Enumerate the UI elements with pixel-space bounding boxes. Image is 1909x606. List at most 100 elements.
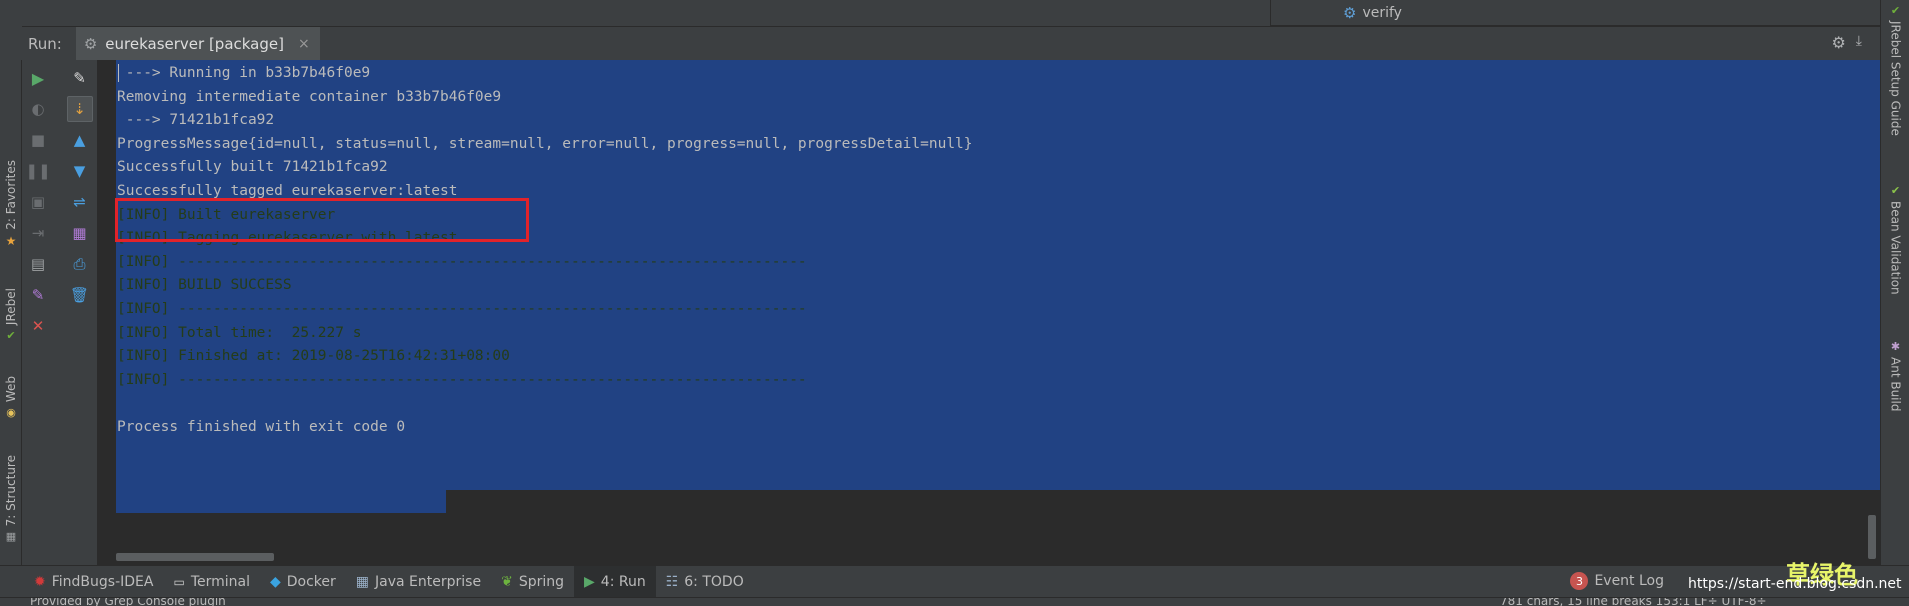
run-label: Run: [28, 34, 62, 53]
web-tool[interactable]: Web ◉ [0, 376, 22, 419]
console-line: [INFO] ---------------------------------… [117, 253, 807, 270]
console-line: ProgressMessage{id=null, status=null, st… [117, 135, 973, 152]
console-lines: ---> Running in b33b7b46f0e9 Removing in… [117, 62, 973, 440]
console-line: ---> 71421b1fca92 [117, 112, 275, 129]
console-line: [INFO] ---------------------------------… [117, 371, 807, 388]
jrebel-setup-tool[interactable]: ✔ JRebel Setup Guide [1881, 4, 1909, 136]
right-tool-strip: ✔ JRebel Setup Guide ✔ Bean Validation ✱… [1880, 0, 1909, 565]
bean-icon: ✔ [1890, 184, 1901, 197]
jrebel-icon: ✔ [1890, 4, 1901, 17]
pause-icon[interactable]: ❚❚ [25, 158, 51, 184]
tool-spring[interactable]: ❦ Spring [491, 566, 574, 598]
console-line: Removing intermediate container b33b7b46… [117, 88, 502, 105]
tool-label: Docker [286, 573, 336, 590]
tool-label: 4: Run [600, 573, 646, 590]
bean-validation-label: Bean Validation [1888, 201, 1903, 295]
top-strip: ⚙ verify [0, 0, 1909, 26]
docker-icon: ◆ [269, 573, 281, 590]
rerun-icon[interactable]: ▶ [25, 65, 51, 91]
tool-todo[interactable]: ☷ 6: TODO [656, 566, 754, 598]
maven-goal-verify[interactable]: ⚙ verify [1343, 4, 1402, 22]
tool-run[interactable]: ▶ 4: Run [574, 565, 656, 598]
vertical-scrollbar[interactable] [1868, 515, 1876, 559]
run-header: Run: ⚙ eurekaserver [package] × ⚙ ⤓ [22, 26, 1880, 61]
scroll-to-end-icon[interactable]: ⇣ [66, 96, 93, 122]
console-line: [INFO] ---------------------------------… [117, 300, 807, 317]
gear-icon: ⚙ [83, 34, 98, 53]
print-icon[interactable]: ⎙ [67, 251, 93, 277]
tool-label: Terminal [190, 573, 250, 590]
web-label: Web [4, 376, 18, 403]
close-icon[interactable]: × [298, 36, 310, 52]
arrow-up-icon[interactable]: ▲ [67, 127, 93, 153]
pin-icon[interactable]: ✎ [25, 282, 51, 308]
close-icon[interactable]: ✕ [25, 313, 51, 339]
trash-icon[interactable]: 🗑 [67, 282, 93, 308]
structure-icon: ▦ [5, 530, 17, 544]
tool-label: Spring [518, 573, 564, 590]
run-tab[interactable]: ⚙ eurekaserver [package] × [75, 26, 320, 61]
event-log-label: Event Log [1594, 573, 1664, 589]
console-line: Process finished with exit code 0 [117, 418, 406, 435]
left-tool-strip: 2: Favorites ★ JRebel ✔ Web ◉ 7: Structu… [0, 60, 22, 565]
debug-icon[interactable]: ◐ [25, 96, 51, 122]
run-toolbar: ▶ ◐ ■ ❚❚ ▣ ⇥ ▤ ✎ ✕ [22, 60, 54, 565]
favorites-tool[interactable]: 2: Favorites ★ [0, 160, 22, 248]
bean-validation-tool[interactable]: ✔ Bean Validation [1881, 184, 1909, 295]
stop-icon[interactable]: ■ [25, 127, 51, 153]
favorites-label: 2: Favorites [4, 160, 18, 230]
jrebel-icon: ✔ [6, 329, 16, 343]
web-icon: ◉ [6, 406, 16, 420]
console-output[interactable]: ---> Running in b33b7b46f0e9 Removing in… [98, 60, 1880, 565]
tool-docker[interactable]: ◆ Docker [260, 566, 346, 598]
clear-icon[interactable]: ✎ [67, 65, 93, 91]
tool-findbugs[interactable]: ✹ FindBugs-IDEA [24, 566, 163, 598]
jrebel-setup-label: JRebel Setup Guide [1888, 21, 1903, 136]
arrow-down-icon[interactable]: ▼ [67, 158, 93, 184]
console-toolbar: ✎ ⇣ ▲ ▼ ⇌ ▦ ⎙ 🗑 [62, 60, 98, 565]
console-line: ---> Running in b33b7b46f0e9 [117, 65, 371, 81]
terminal-icon: ▭ [173, 574, 185, 589]
structure-tool[interactable]: 7: Structure ▦ [0, 455, 22, 543]
maven-goal-label: verify [1362, 5, 1402, 21]
settings-icon[interactable]: ⚙ [1831, 33, 1845, 52]
run-tab-label: eurekaserver [package] [105, 34, 284, 53]
jrebel-tool[interactable]: JRebel ✔ [0, 288, 22, 342]
console-line: Successfully built 71421b1fca92 [117, 159, 388, 176]
maven-panel: ⚙ verify [1270, 0, 1880, 26]
tool-label: Java Enterprise [375, 573, 482, 590]
gear-icon: ⚙ [1343, 4, 1357, 22]
event-log[interactable]: 3 Event Log [1570, 565, 1664, 597]
status-bar: Provided by Grep Console plugin 781 char… [0, 597, 1909, 606]
tool-java-enterprise[interactable]: ▦ Java Enterprise [346, 566, 491, 598]
status-info: 781 chars, 15 line breaks 153:1 LF÷ UTF-… [1500, 597, 1767, 606]
header-tools: ⚙ ⤓ [1831, 33, 1862, 52]
dump-threads-icon[interactable]: ▣ [25, 189, 51, 215]
ant-build-label: Ant Build [1888, 357, 1903, 412]
hide-icon[interactable]: ⤓ [1856, 33, 1862, 52]
structure-label: 7: Structure [4, 455, 18, 527]
jrebel-label: JRebel [4, 288, 18, 326]
todo-icon: ☷ [665, 573, 679, 590]
export-icon[interactable]: ▦ [67, 220, 93, 246]
tool-terminal[interactable]: ▭ Terminal [163, 566, 260, 598]
console-line: [INFO] Total time: 25.227 s [117, 324, 362, 341]
tool-label: FindBugs-IDEA [51, 573, 154, 590]
console-line: [INFO] Finished at: 2019-08-25T16:42:31+… [117, 348, 510, 365]
layout-icon[interactable]: ▤ [25, 251, 51, 277]
exit-icon[interactable]: ⇥ [25, 220, 51, 246]
horizontal-scrollbar[interactable] [116, 553, 274, 561]
soft-wrap-icon[interactable]: ⇌ [67, 189, 93, 215]
tool-label: 6: TODO [684, 573, 744, 590]
text-selection-last-line [116, 490, 446, 513]
watermark-url: https://start-end.blog.csdn.net [1688, 576, 1902, 592]
star-icon: ★ [5, 233, 17, 248]
status-message: Provided by Grep Console plugin [30, 597, 226, 606]
console-line: [INFO] BUILD SUCCESS [117, 277, 292, 294]
run-icon: ▶ [584, 573, 595, 590]
spring-icon: ❦ [501, 573, 513, 590]
event-count-badge: 3 [1570, 572, 1589, 590]
findbugs-icon: ✹ [34, 573, 46, 590]
ant-build-tool[interactable]: ✱ Ant Build [1881, 340, 1909, 411]
